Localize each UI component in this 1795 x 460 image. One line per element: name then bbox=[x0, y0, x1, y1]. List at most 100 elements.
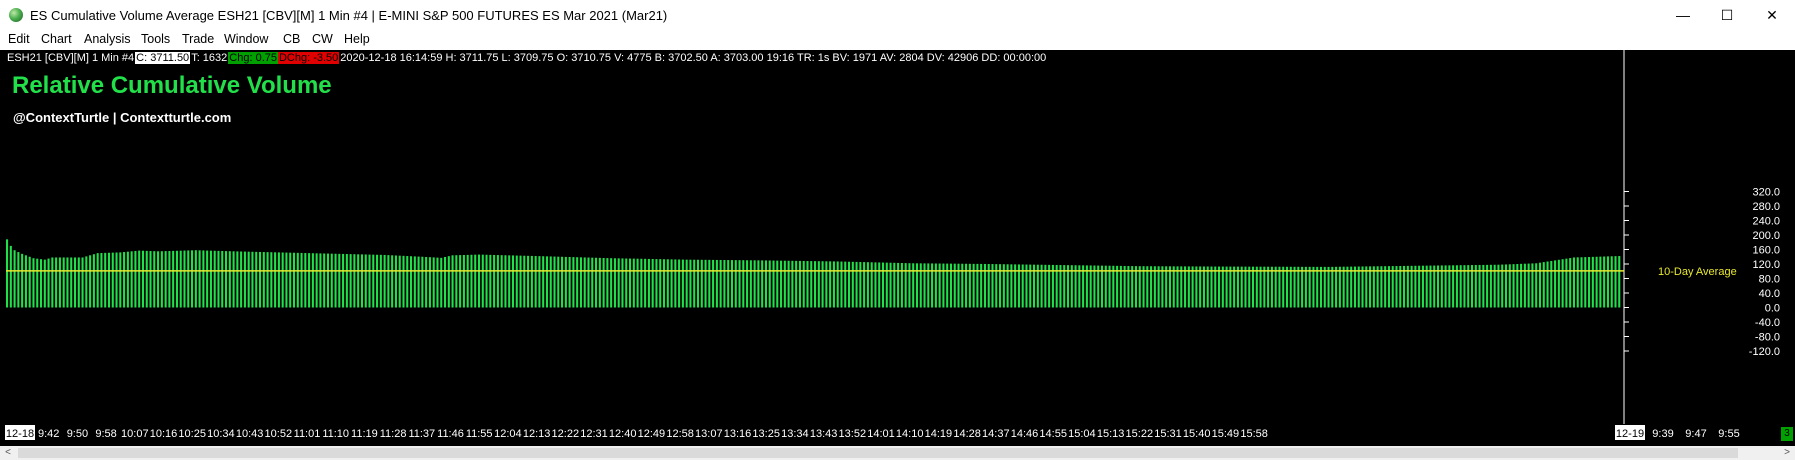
volume-bar bbox=[768, 260, 771, 308]
volume-bar bbox=[606, 258, 609, 308]
volume-bar bbox=[1131, 266, 1134, 308]
volume-bar bbox=[1168, 266, 1171, 308]
volume-bar bbox=[1206, 266, 1209, 308]
time-tick-label: 14:10 bbox=[896, 428, 924, 440]
volume-bar bbox=[564, 256, 567, 308]
volume-bar bbox=[1346, 266, 1349, 308]
volume-bar bbox=[1448, 265, 1451, 308]
volume-bar bbox=[1365, 266, 1368, 308]
volume-bar bbox=[749, 260, 752, 308]
menu-help[interactable]: Help bbox=[344, 32, 370, 46]
scroll-left-arrow-icon[interactable]: < bbox=[0, 446, 16, 460]
volume-bar bbox=[1584, 257, 1587, 308]
menu-cb[interactable]: CB bbox=[283, 32, 300, 46]
chart-area[interactable]: 320.0 280.0 240.0 200.0 160.0 120.0 80.0 40.0 0.… bbox=[0, 50, 1795, 424]
volume-bar bbox=[228, 251, 231, 308]
menu-trade[interactable]: Trade bbox=[182, 32, 214, 46]
volume-bar bbox=[51, 257, 54, 308]
volume-bar bbox=[1433, 265, 1436, 308]
volume-bar bbox=[285, 252, 288, 308]
volume-bar bbox=[1278, 266, 1281, 308]
menu-bar: Edit Chart Analysis Tools Trade Window C… bbox=[0, 30, 1795, 50]
volume-bar bbox=[678, 259, 681, 308]
volume-bar bbox=[357, 254, 360, 308]
time-tick-label: 15:13 bbox=[1097, 428, 1125, 440]
volume-bar bbox=[1161, 266, 1164, 308]
menu-analysis[interactable]: Analysis bbox=[84, 32, 131, 46]
menu-edit[interactable]: Edit bbox=[8, 32, 30, 46]
volume-bar bbox=[270, 252, 273, 308]
horizontal-scrollbar[interactable]: < > bbox=[0, 446, 1795, 460]
maximize-button[interactable]: ☐ bbox=[1704, 0, 1750, 30]
time-tick-label: 15:04 bbox=[1068, 428, 1096, 440]
volume-bar bbox=[1554, 260, 1557, 308]
volume-bar bbox=[1134, 266, 1138, 308]
volume-bar bbox=[1293, 266, 1296, 308]
volume-bar bbox=[927, 263, 930, 308]
volume-bar bbox=[1440, 265, 1443, 308]
volume-bar bbox=[863, 262, 866, 308]
time-tick-label: 12:58 bbox=[666, 428, 694, 440]
volume-bar bbox=[1082, 265, 1085, 308]
volume-bar bbox=[1580, 257, 1583, 308]
time-tick-label: 12:13 bbox=[523, 428, 551, 440]
volume-bar bbox=[851, 261, 854, 308]
time-tick-label: 9:42 bbox=[38, 428, 59, 440]
volume-bar bbox=[798, 260, 801, 308]
volume-bar bbox=[938, 263, 941, 308]
volume-bar bbox=[1429, 265, 1432, 308]
volume-bar bbox=[595, 257, 598, 308]
volume-bar bbox=[519, 255, 522, 308]
volume-bar bbox=[538, 256, 541, 308]
volume-bar bbox=[1270, 266, 1273, 308]
volume-bar bbox=[1093, 265, 1096, 308]
volume-bar bbox=[1391, 266, 1394, 308]
time-tick-label: 12:31 bbox=[580, 428, 608, 440]
volume-bar bbox=[391, 255, 394, 308]
time-tick-label: 10:25 bbox=[178, 428, 206, 440]
menu-tools[interactable]: Tools bbox=[141, 32, 170, 46]
volume-bar bbox=[149, 251, 152, 308]
volume-bar bbox=[1153, 266, 1156, 308]
volume-bar bbox=[1255, 266, 1258, 308]
menu-cw[interactable]: CW bbox=[312, 32, 333, 46]
time-axis[interactable]: 12-18 9:42 9:50 9:58 10:07 10:16 10:25 10:34 10:… bbox=[0, 424, 1795, 442]
time-tick-label: 15:22 bbox=[1126, 428, 1154, 440]
volume-bar bbox=[915, 263, 919, 308]
volume-bar bbox=[119, 252, 122, 308]
close-button[interactable]: ✕ bbox=[1749, 0, 1795, 30]
volume-bar bbox=[931, 263, 934, 308]
volume-bar bbox=[300, 252, 303, 308]
scroll-right-arrow-icon[interactable]: > bbox=[1779, 446, 1795, 460]
volume-bar bbox=[364, 254, 367, 308]
volume-bar bbox=[802, 260, 805, 308]
volume-bar bbox=[715, 259, 718, 308]
volume-bar bbox=[893, 262, 896, 308]
volume-bar bbox=[342, 253, 345, 308]
volume-bar bbox=[859, 262, 862, 308]
volume-bar bbox=[545, 256, 549, 308]
volume-bar bbox=[21, 253, 24, 308]
volume-bar bbox=[572, 257, 575, 308]
volume-bar bbox=[1108, 265, 1111, 308]
volume-bar bbox=[383, 254, 386, 308]
volume-bar bbox=[308, 253, 311, 308]
scroll-thumb[interactable] bbox=[18, 448, 1738, 458]
menu-chart[interactable]: Chart bbox=[41, 32, 72, 46]
volume-bar bbox=[58, 257, 61, 308]
y-tick-label: -40.0 bbox=[1755, 317, 1780, 329]
time-tick-label: 15:58 bbox=[1240, 428, 1268, 440]
volume-bar bbox=[319, 253, 322, 308]
volume-bar bbox=[553, 256, 556, 308]
time-tick-label: 13:16 bbox=[724, 428, 752, 440]
volume-bar bbox=[723, 260, 726, 308]
volume-bar bbox=[655, 259, 658, 308]
minimize-button[interactable]: — bbox=[1660, 0, 1706, 30]
menu-window[interactable]: Window bbox=[224, 32, 268, 46]
volume-bar bbox=[1301, 266, 1304, 308]
volume-bar bbox=[1274, 266, 1277, 308]
volume-bar bbox=[330, 253, 333, 308]
volume-bar bbox=[428, 257, 431, 308]
volume-bar bbox=[923, 263, 926, 308]
time-tick-label: 9:58 bbox=[95, 428, 116, 440]
